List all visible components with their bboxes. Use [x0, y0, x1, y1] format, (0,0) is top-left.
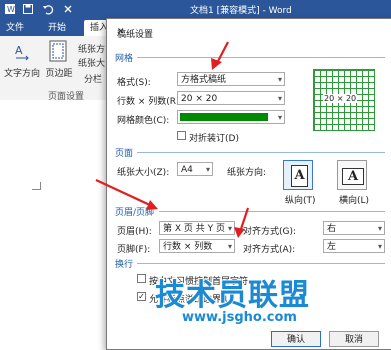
align-a-label: 对齐方式(A):: [243, 245, 296, 255]
paper-size-button[interactable]: 纸张大: [78, 56, 105, 69]
footer-label: 页脚(F):: [117, 245, 151, 255]
page-section-heading: 页面: [115, 149, 134, 159]
format-select[interactable]: 方格式稿纸 ▾: [177, 72, 285, 86]
footer-align-value: 左: [327, 242, 337, 252]
rows-cols-select[interactable]: 20 × 20 ▾: [177, 91, 285, 105]
window-title: 文档1 [兼容模式] - Word: [190, 6, 292, 16]
landscape-label: 横向(L): [339, 196, 370, 206]
section-divider: [137, 152, 385, 153]
landscape-page-icon: A: [342, 168, 364, 185]
document-area[interactable]: [0, 100, 110, 339]
paper-size-value: A4: [181, 165, 193, 175]
columns-button[interactable]: 分栏: [84, 72, 102, 85]
chevron-down-icon: ▾: [205, 165, 210, 174]
cjk-line-break-checkbox[interactable]: [137, 274, 146, 283]
word-titlebar: W 文档1 [兼容模式] - Word: [0, 0, 391, 18]
close-icon[interactable]: ✕: [117, 27, 384, 37]
paper-size-label: 纸张大小(Z):: [117, 168, 170, 178]
ok-button[interactable]: 确认: [271, 331, 321, 347]
grid-section-heading: 网格: [115, 54, 134, 64]
section-divider: [159, 211, 385, 212]
text-direction-button[interactable]: 文字方向: [2, 66, 42, 79]
landscape-button[interactable]: A: [337, 160, 367, 190]
format-value: 方格式稿纸: [181, 75, 227, 85]
section-divider: [137, 57, 385, 58]
fold-binding-checkbox[interactable]: [177, 131, 186, 140]
footer-select[interactable]: 行数 × 列数 ▾: [159, 239, 235, 253]
page-corner-mark: [32, 189, 41, 190]
paper-size-select[interactable]: A4 ▾: [177, 162, 213, 176]
chevron-down-icon: ▾: [277, 94, 282, 103]
redo-icon[interactable]: [62, 3, 74, 15]
header-value: 第 X 页 共 Y 页: [163, 224, 225, 234]
undo-icon[interactable]: [42, 3, 54, 15]
format-label: 格式(S):: [117, 78, 151, 88]
footer-value: 行数 × 列数: [163, 242, 213, 252]
align-g-label: 对齐方式(G):: [243, 227, 297, 237]
header-select[interactable]: 第 X 页 共 Y 页 ▾: [159, 221, 235, 235]
svg-text:A: A: [15, 44, 23, 57]
portrait-page-icon: A: [291, 165, 308, 187]
header-label: 页眉(H):: [117, 227, 152, 237]
rows-cols-value: 20 × 20: [181, 94, 218, 104]
paper-orientation-button[interactable]: 纸张方: [78, 42, 105, 55]
portrait-label: 纵向(T): [285, 196, 316, 206]
orientation-label: 纸张方向:: [227, 168, 267, 178]
grid-color-select[interactable]: ▾: [177, 110, 285, 124]
cancel-button[interactable]: 取消: [329, 331, 379, 347]
header-align-value: 右: [327, 224, 337, 234]
chevron-down-icon: ▾: [277, 113, 282, 122]
chevron-down-icon: ▾: [277, 75, 282, 84]
chevron-down-icon: ▾: [227, 242, 232, 251]
margins-icon: [49, 40, 67, 62]
grid-color-swatch: [180, 113, 268, 121]
tab-file[interactable]: 文件: [0, 20, 30, 36]
chevron-down-icon: ▾: [377, 242, 382, 251]
watermark-url: www.jsgho.com: [181, 309, 297, 326]
watermark-text: 技术员联盟: [154, 277, 310, 314]
chevron-down-icon: ▾: [377, 224, 382, 233]
footer-align-select[interactable]: 左 ▾: [323, 239, 385, 253]
portrait-button[interactable]: A: [283, 160, 313, 190]
header-align-select[interactable]: 右 ▾: [323, 221, 385, 235]
save-icon[interactable]: [22, 3, 34, 15]
header-footer-section-heading: 页眉/页脚: [115, 208, 155, 218]
tab-home[interactable]: 开始: [42, 20, 72, 36]
fold-binding-label: 对折装订(D): [189, 134, 239, 144]
margins-button[interactable]: 页边距: [42, 66, 76, 79]
text-direction-icon: A: [15, 44, 29, 61]
section-divider: [137, 263, 385, 264]
line-break-section-heading: 换行: [115, 260, 134, 270]
rows-cols-label: 行数 × 列数(R):: [117, 97, 183, 107]
word-logo-icon: W: [5, 4, 15, 14]
punctuation-overflow-checkbox[interactable]: ✓: [137, 292, 146, 301]
grid-preview: 20 × 20: [313, 69, 375, 131]
dialog-titlebar: 稿纸设置 ✕: [107, 19, 391, 45]
grid-preview-text: 20 × 20: [323, 94, 358, 103]
chevron-down-icon: ▾: [227, 224, 232, 233]
grid-color-label: 网格颜色(C):: [117, 116, 170, 126]
svg-text:W: W: [7, 5, 15, 14]
